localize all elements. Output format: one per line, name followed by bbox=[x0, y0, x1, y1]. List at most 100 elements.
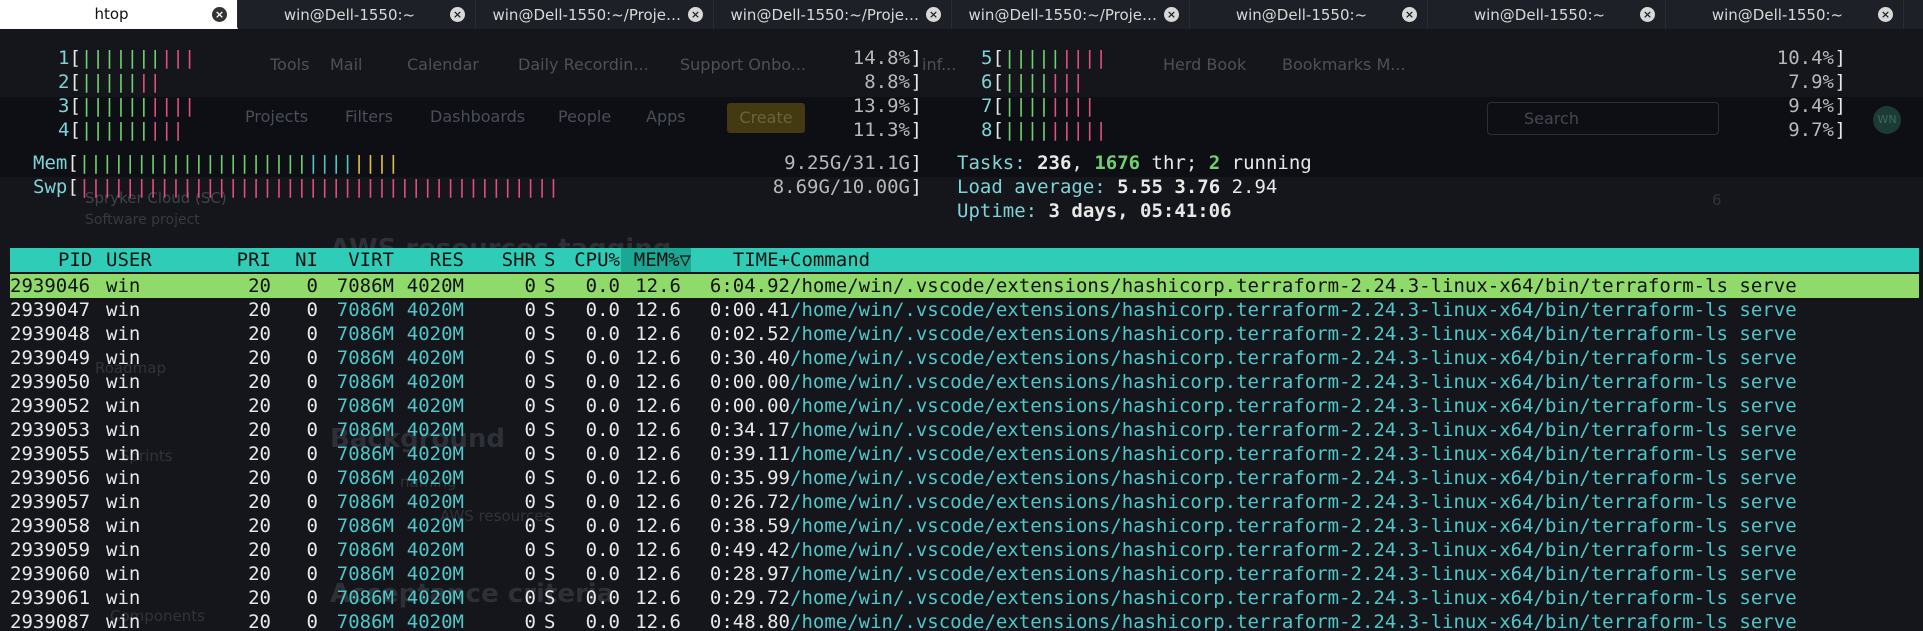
table-row[interactable]: 2939055 win 20 0 7086M 4020M 0 S 0.0 12.6 0:39.11/… bbox=[10, 442, 1919, 466]
tab-label: win@Dell-1550:~ bbox=[1473, 5, 1606, 24]
tab-7[interactable]: win@Dell-1550:~ × bbox=[1666, 0, 1904, 29]
process-priority: 20 bbox=[248, 443, 271, 465]
table-row[interactable]: 2939060 win 20 0 7086M 4020M 0 S 0.0 12.6 0:28.97/… bbox=[10, 562, 1919, 586]
bracket-open: [ bbox=[992, 71, 1004, 93]
close-icon[interactable]: × bbox=[1640, 7, 1655, 22]
process-nice: 0 bbox=[306, 395, 318, 417]
process-pid: 2939052 bbox=[10, 395, 91, 417]
table-row[interactable]: 2939087 win 20 0 7086M 4020M 0 S 0.0 12.6 0:48.80/… bbox=[10, 610, 1919, 631]
table-row[interactable]: 2939053 win 20 0 7086M 4020M 0 S 0.0 12.6 0:34.17/… bbox=[10, 418, 1919, 442]
close-icon[interactable]: × bbox=[450, 7, 465, 22]
table-row[interactable]: 2939056 win 20 0 7086M 4020M 0 S 0.0 12.6 0:35.99/… bbox=[10, 466, 1919, 490]
tab-0[interactable]: htop × bbox=[0, 0, 238, 29]
cpu-number: 7 bbox=[981, 95, 993, 117]
tab-label: win@Dell-1550:~ bbox=[1235, 5, 1368, 24]
table-row[interactable]: 2939061 win 20 0 7086M 4020M 0 S 0.0 12.6 0:29.72/… bbox=[10, 586, 1919, 610]
bracket-close: ] bbox=[1834, 119, 1846, 141]
tab-3[interactable]: win@Dell-1550:~/Project... × bbox=[714, 0, 952, 29]
bracket-close: ] bbox=[910, 176, 922, 198]
process-time: 0:30.40 bbox=[709, 347, 790, 369]
col-header-time[interactable]: TIME+ bbox=[696, 248, 790, 272]
process-shr: 0 bbox=[524, 395, 536, 417]
cpu-meter-2: 2[||||||| 8.8%] bbox=[58, 70, 922, 94]
tab-1[interactable]: win@Dell-1550:~ × bbox=[238, 0, 476, 29]
close-icon[interactable]: × bbox=[688, 7, 703, 22]
col-header-res[interactable]: RES bbox=[392, 248, 464, 272]
bracket-open: [ bbox=[69, 71, 81, 93]
col-header-mem-sorted[interactable]: MEM%▽ bbox=[621, 248, 691, 272]
process-nice: 0 bbox=[306, 347, 318, 369]
process-cpu: 0.0 bbox=[585, 371, 620, 393]
cpu-meter-3: 3[|||||||||| 13.9%] bbox=[58, 94, 922, 118]
swap-label: Swp bbox=[33, 176, 68, 198]
close-icon[interactable]: × bbox=[212, 7, 227, 22]
close-icon[interactable]: × bbox=[926, 7, 941, 22]
tab-6[interactable]: win@Dell-1550:~ × bbox=[1428, 0, 1666, 29]
process-cpu: 0.0 bbox=[585, 491, 620, 513]
process-priority: 20 bbox=[248, 587, 271, 609]
process-command: /home/win/.vscode/extensions/hashicorp.t… bbox=[790, 587, 1797, 609]
table-row[interactable]: 2939057 win 20 0 7086M 4020M 0 S 0.0 12.6 0:26.72/… bbox=[10, 490, 1919, 514]
cpu-meter-4: 4[||||||||| 11.3%] bbox=[58, 118, 922, 142]
process-state: S bbox=[544, 611, 556, 631]
bracket-close: ] bbox=[910, 95, 922, 117]
process-cpu: 0.0 bbox=[585, 347, 620, 369]
cpu-meter-7: 7[|||||||| 9.4%] bbox=[981, 94, 1846, 118]
table-row[interactable]: 2939052 win 20 0 7086M 4020M 0 S 0.0 12.6 0:00.00/… bbox=[10, 394, 1919, 418]
process-time: 0:00.41 bbox=[709, 299, 790, 321]
table-row[interactable]: 2939048 win 20 0 7086M 4020M 0 S 0.0 12.6 0:02.52/… bbox=[10, 322, 1919, 346]
col-header-shr[interactable]: SHR bbox=[476, 248, 536, 272]
col-header-pid[interactable]: PID bbox=[58, 248, 92, 272]
process-res: 4020M bbox=[406, 371, 464, 393]
col-header-ni[interactable]: NI bbox=[280, 248, 318, 272]
process-res: 4020M bbox=[406, 347, 464, 369]
htop-terminal[interactable]: 1[|||||||||| 14.8%] 2[||||||| 8.8%] 3[||||||… bbox=[0, 29, 1923, 631]
process-user: win bbox=[106, 275, 141, 297]
process-priority: 20 bbox=[248, 515, 271, 537]
table-row[interactable]: 2939049 win 20 0 7086M 4020M 0 S 0.0 12.6 0:30.40/… bbox=[10, 346, 1919, 370]
process-nice: 0 bbox=[306, 491, 318, 513]
cpu-percent: 14.8% bbox=[852, 47, 910, 69]
process-pid: 2939055 bbox=[10, 443, 91, 465]
col-header-pri[interactable]: PRI bbox=[225, 248, 271, 272]
process-res: 4020M bbox=[406, 443, 464, 465]
close-icon[interactable]: × bbox=[1878, 7, 1893, 22]
table-row[interactable]: 2939058 win 20 0 7086M 4020M 0 S 0.0 12.6 0:38.59/… bbox=[10, 514, 1919, 538]
process-time: 0:28.97 bbox=[709, 563, 790, 585]
process-res: 4020M bbox=[406, 611, 464, 631]
col-header-state[interactable]: S bbox=[544, 248, 555, 272]
col-header-command[interactable]: Command bbox=[790, 248, 870, 272]
tab-5[interactable]: win@Dell-1550:~ × bbox=[1190, 0, 1428, 29]
table-row-selected[interactable]: 2939046 win 20 0 7086M 4020M 0 S 0.0 12.6 6:04.92/… bbox=[10, 274, 1919, 298]
close-icon[interactable]: × bbox=[1402, 7, 1417, 22]
process-virt: 7086M bbox=[336, 275, 394, 297]
process-time: 0:00.00 bbox=[709, 395, 790, 417]
process-time: 0:02.52 bbox=[709, 323, 790, 345]
process-priority: 20 bbox=[248, 323, 271, 345]
col-header-cpu[interactable]: CPU% bbox=[560, 248, 620, 272]
process-nice: 0 bbox=[306, 419, 318, 441]
table-row[interactable]: 2939050 win 20 0 7086M 4020M 0 S 0.0 12.6 0:00.00/… bbox=[10, 370, 1919, 394]
process-pid: 2939061 bbox=[10, 587, 91, 609]
table-row[interactable]: 2939047 win 20 0 7086M 4020M 0 S 0.0 12.6 0:00.41/… bbox=[10, 298, 1919, 322]
col-header-user[interactable]: USER bbox=[106, 248, 152, 272]
process-res: 4020M bbox=[406, 539, 464, 561]
process-mem: 12.6 bbox=[635, 395, 681, 417]
cpu-number: 1 bbox=[58, 47, 70, 69]
close-icon[interactable]: × bbox=[1164, 7, 1179, 22]
process-shr: 0 bbox=[524, 491, 536, 513]
process-pid: 2939050 bbox=[10, 371, 91, 393]
process-pid: 2939053 bbox=[10, 419, 91, 441]
process-pid: 2939047 bbox=[10, 299, 91, 321]
process-mem: 12.6 bbox=[635, 299, 681, 321]
table-row[interactable]: 2939059 win 20 0 7086M 4020M 0 S 0.0 12.6 0:49.42/… bbox=[10, 538, 1919, 562]
process-shr: 0 bbox=[524, 275, 536, 297]
process-command: /home/win/.vscode/extensions/hashicorp.t… bbox=[790, 347, 1797, 369]
col-header-virt[interactable]: VIRT bbox=[322, 248, 394, 272]
tab-4[interactable]: win@Dell-1550:~/Project... × bbox=[952, 0, 1190, 29]
process-command: /home/win/.vscode/extensions/hashicorp.t… bbox=[790, 419, 1797, 441]
process-user: win bbox=[106, 371, 141, 393]
cpu-user-bar: ||||||| bbox=[80, 47, 161, 69]
process-state: S bbox=[544, 275, 556, 297]
tab-2[interactable]: win@Dell-1550:~/Project... × bbox=[476, 0, 714, 29]
